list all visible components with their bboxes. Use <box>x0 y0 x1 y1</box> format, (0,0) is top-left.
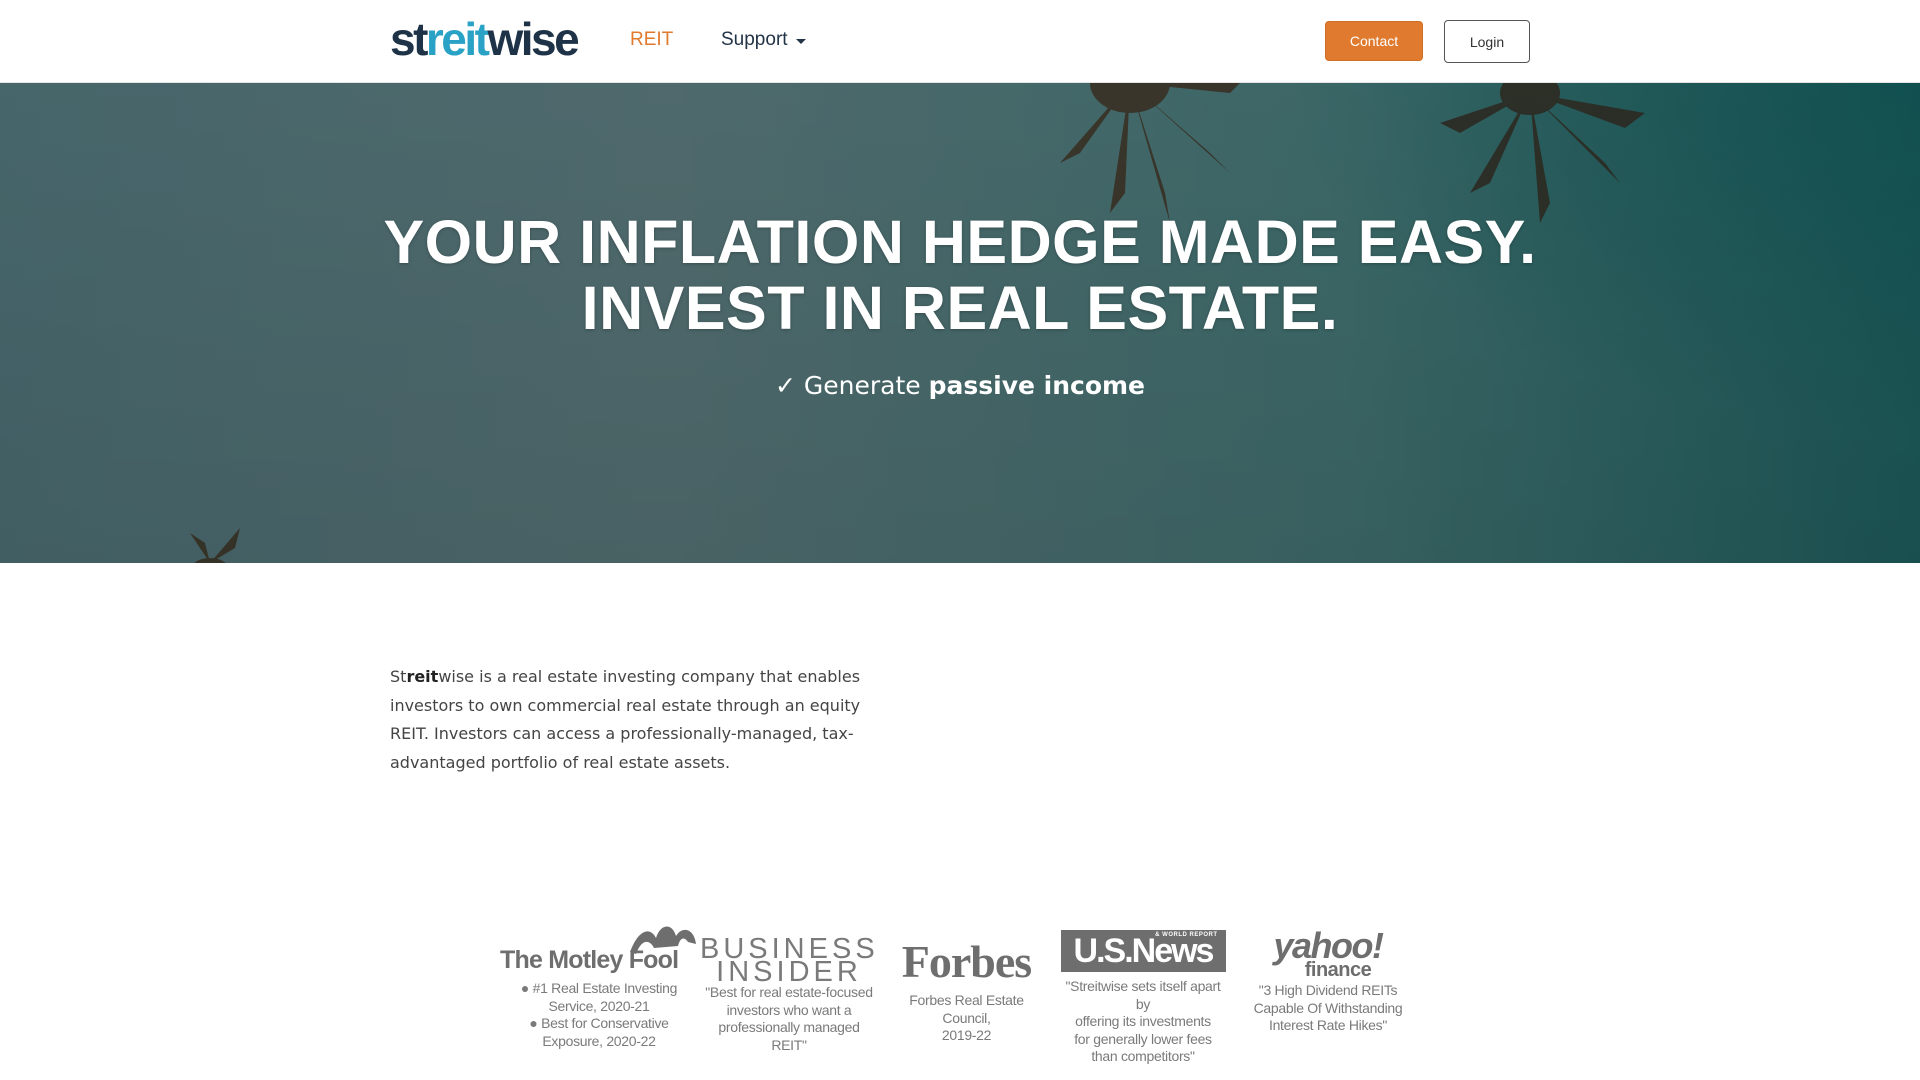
login-button[interactable]: Login <box>1444 20 1530 63</box>
about-brand-wise: wise <box>438 667 475 686</box>
top-navbar: st reit wise REIT Support Contact Login <box>0 0 1920 83</box>
hero-headline-line1: YOUR INFLATION HEDGE MADE EASY. <box>383 208 1537 276</box>
hero-sub-bold: passive income <box>928 371 1146 400</box>
hero-subheadline: ✓ Generate passive income <box>0 370 1920 402</box>
about-brand-st: St <box>390 667 407 686</box>
about-brand-reit: reit <box>406 667 439 686</box>
hero-sub-light: Generate <box>803 371 921 400</box>
nav-support-dropdown[interactable]: Support <box>721 28 806 52</box>
hero-headline-line2: INVEST IN REAL ESTATE. <box>581 274 1339 342</box>
motley-fool-caption: ● #1 Real Estate Investing Service, 2020… <box>520 980 678 1049</box>
yahoo-finance-logo: yahoo! finance <box>1253 920 1403 981</box>
press-usnews: & WORLD REPORT U.S.News "Streitwise sets… <box>1060 920 1226 1066</box>
usnews-logo: & WORLD REPORT U.S.News <box>1060 930 1226 972</box>
chevron-down-icon <box>795 38 806 44</box>
hero-banner: YOUR INFLATION HEDGE MADE EASY. INVEST I… <box>0 83 1920 563</box>
press-logos: The Motley Fool ● #1 Real Estate Investi… <box>0 920 1920 1064</box>
nav-support-label: Support <box>721 29 788 50</box>
press-motley-fool: The Motley Fool ● #1 Real Estate Investi… <box>500 920 698 1050</box>
usnews-caption: "Streitwise sets itself apart by offerin… <box>1065 978 1221 1064</box>
press-business-insider: BUSINESS INSIDER "Best for real estate-f… <box>700 920 878 1054</box>
usnews-logo-small: & WORLD REPORT <box>1155 932 1218 938</box>
checkmark-icon: ✓ <box>774 371 796 400</box>
forbes-caption: Forbes Real Estate Council, 2019-22 <box>909 992 1024 1043</box>
nav-reit-link[interactable]: REIT <box>630 28 673 52</box>
logo-text-st: st <box>390 13 428 65</box>
business-insider-caption: "Best for real estate-focused investors … <box>705 984 873 1053</box>
logo-text-wise: wise <box>487 13 580 65</box>
about-paragraph: Streitwise is a real estate investing co… <box>390 663 900 778</box>
streitwise-logo[interactable]: st reit wise <box>390 13 580 65</box>
motley-fool-logo-text: The Motley Fool <box>500 946 679 974</box>
logo-text-reit: reit <box>425 13 490 65</box>
hero-headline: YOUR INFLATION HEDGE MADE EASY. INVEST I… <box>0 209 1920 341</box>
motley-fool-logo: The Motley Fool <box>500 920 698 980</box>
press-forbes: Forbes Forbes Real Estate Council, 2019-… <box>884 920 1049 1045</box>
forbes-logo: Forbes <box>901 936 1032 987</box>
contact-button[interactable]: Contact <box>1325 21 1423 61</box>
press-yahoo-finance: yahoo! finance "3 High Dividend REITs Ca… <box>1253 920 1403 1035</box>
yahoo-finance-caption: "3 High Dividend REITs Capable Of Withst… <box>1253 982 1403 1033</box>
business-insider-logo: BUSINESS INSIDER <box>700 933 879 988</box>
